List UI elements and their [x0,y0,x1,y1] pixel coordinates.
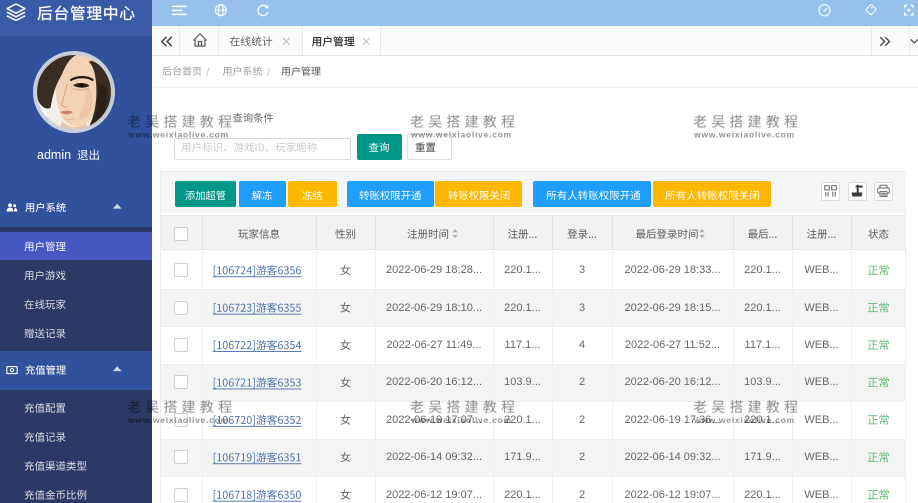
svg-text:www.weixiaolive.com: www.weixiaolive.com [410,415,512,425]
svg-text:www.weixiaolive.com: www.weixiaolive.com [127,130,229,140]
svg-text:www.weixiaolive.com: www.weixiaolive.com [693,130,795,140]
svg-text:www.weixiaolive.com: www.weixiaolive.com [693,415,795,425]
svg-text:www.weixiaolive.com: www.weixiaolive.com [410,130,512,140]
svg-text:www.weixiaolive.com: www.weixiaolive.com [127,415,229,425]
